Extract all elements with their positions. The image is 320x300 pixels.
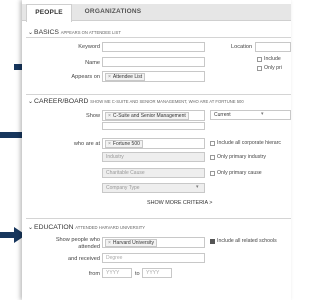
divider	[26, 37, 291, 38]
tab-people[interactable]: PEOPLE	[26, 4, 72, 22]
career-title: CAREER/BOARD	[34, 98, 89, 105]
tag-label: Harvard University	[112, 240, 155, 246]
who-are-at-tag: × Fortune 500	[105, 140, 143, 148]
close-icon[interactable]: ×	[108, 240, 111, 246]
career-subtitle: SHOW ME C-SUITE AND SENIOR MANAGEMENT, W…	[90, 99, 244, 104]
tag-label: Fortune 500	[112, 141, 140, 147]
tab-bar: PEOPLE ORGANIZATIONS	[22, 4, 291, 22]
appears-on-label: Appears on	[71, 74, 100, 80]
tag-label: Attendee List	[112, 74, 143, 80]
degree-placeholder: Degree	[106, 255, 123, 261]
chevron-down-icon: ⌄	[28, 99, 34, 105]
name-label: Name	[85, 60, 100, 66]
show-label: Show	[86, 113, 100, 119]
company-type-select[interactable]: Company Type	[102, 183, 205, 193]
career-section-header[interactable]: ⌄CAREER/BOARD SHOW ME C-SUITE AND SENIOR…	[28, 98, 244, 105]
include-checkbox[interactable]	[257, 57, 262, 62]
industry-placeholder: Industry	[106, 154, 124, 160]
to-year-input[interactable]: YYYY	[142, 268, 172, 278]
appears-on-field[interactable]: × Attendee List	[102, 71, 205, 82]
education-section-header[interactable]: ⌄EDUCATION ATTENDED HARVARD UNIVERSITY	[28, 224, 145, 231]
school-tag: × Harvard University	[105, 239, 158, 247]
include-related-schools-checkbox[interactable]	[210, 239, 215, 244]
close-icon[interactable]: ×	[108, 141, 111, 147]
current-value: Current	[214, 112, 231, 118]
to-placeholder: YYYY	[146, 270, 160, 276]
who-are-at-label: who are at	[73, 141, 100, 147]
received-label: and received	[67, 256, 100, 262]
keyword-label: Keyword	[78, 44, 100, 50]
close-icon[interactable]: ×	[108, 113, 111, 119]
include-all-corp-label: Include all corporate hierarc	[217, 140, 282, 146]
only-primary-industry-checkbox[interactable]	[210, 155, 215, 160]
from-year-input[interactable]: YYYY	[102, 268, 132, 278]
degree-input[interactable]: Degree	[102, 253, 205, 263]
tab-organizations[interactable]: ORGANIZATIONS	[74, 4, 152, 20]
to-label: to	[135, 271, 140, 277]
current-select[interactable]: Current	[210, 110, 291, 120]
only-primary-cause-checkbox[interactable]	[210, 171, 215, 176]
charitable-cause-input[interactable]: Charitable Cause	[102, 168, 205, 178]
school-field[interactable]: × Harvard University	[102, 237, 205, 248]
only-primary-label: Only pri	[264, 65, 282, 71]
who-are-at-field[interactable]: × Fortune 500	[102, 138, 205, 149]
include-all-corp-checkbox[interactable]	[210, 141, 215, 146]
chevron-down-icon: ▾	[196, 184, 199, 190]
location-label: Location	[231, 44, 253, 50]
company-type-placeholder: Company Type	[106, 185, 140, 191]
include-related-schools-label: Include all related schools	[217, 238, 277, 244]
location-input[interactable]	[255, 42, 291, 52]
tag-label: C-Suite and Senior Management	[112, 113, 186, 119]
only-primary-industry-label: Only primary industry	[217, 154, 267, 160]
show-field-extra[interactable]	[102, 122, 205, 130]
education-title: EDUCATION	[34, 224, 74, 231]
attended-label: attended	[78, 244, 100, 250]
divider	[26, 94, 291, 95]
chevron-down-icon: ▾	[261, 111, 264, 117]
divider	[26, 218, 291, 219]
education-subtitle: ATTENDED HARVARD UNIVERSITY	[75, 225, 146, 230]
basics-title: BASICS	[34, 29, 59, 36]
appears-on-tag: × Attendee List	[105, 73, 146, 81]
chevron-down-icon: ⌄	[28, 30, 34, 36]
include-label: Include	[264, 56, 281, 62]
show-field[interactable]: × C-Suite and Senior Management	[102, 110, 205, 121]
industry-input[interactable]: Industry	[102, 152, 205, 162]
basics-section-header[interactable]: ⌄BASICS APPEARS ON ATTENDEE LIST	[28, 29, 121, 36]
show-more-criteria-link[interactable]: SHOW MORE CRITERIA >	[147, 200, 212, 206]
from-placeholder: YYYY	[106, 270, 120, 276]
basics-subtitle: APPEARS ON ATTENDEE LIST	[60, 30, 121, 35]
keyword-input[interactable]	[102, 42, 205, 52]
from-label: from	[88, 271, 100, 277]
name-input[interactable]	[102, 57, 205, 67]
chevron-down-icon: ⌄	[28, 225, 34, 231]
only-primary-checkbox[interactable]	[257, 66, 262, 71]
close-icon[interactable]: ×	[108, 74, 111, 80]
only-primary-cause-label: Only primary cause	[217, 170, 262, 176]
charitable-placeholder: Charitable Cause	[106, 170, 145, 176]
search-panel: PEOPLE ORGANIZATIONS ⌄BASICS APPEARS ON …	[22, 0, 291, 300]
show-tag: × C-Suite and Senior Management	[105, 112, 189, 120]
show-people-label: Show people who	[55, 237, 100, 243]
